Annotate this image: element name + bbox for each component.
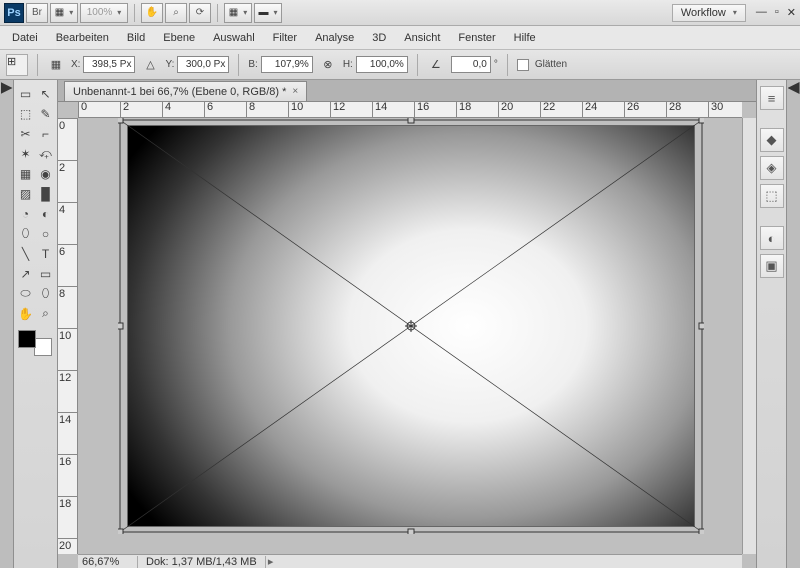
tool-eraser[interactable]: ▨ [16,184,35,203]
tool-3dcam[interactable]: ⬯ [36,284,55,303]
tool-type[interactable]: ○ [36,224,55,243]
screenmode2-dropdown[interactable]: ▬ [254,3,282,23]
tool-3d[interactable]: ⬭ [16,284,35,303]
tool-heal[interactable]: ✶ [16,144,35,163]
angle-input[interactable]: 0,0 [451,56,491,73]
dock-adjust-icon[interactable]: ◐ [760,226,784,250]
tool-zoom[interactable]: ⌕ [36,304,55,323]
right-gutter[interactable] [786,80,800,568]
tool-blur[interactable]: ◔ [16,204,35,223]
dock-mask-icon[interactable]: ▣ [760,254,784,278]
x-label: X: [71,59,80,70]
ruler-vertical[interactable]: 02468101214161820 [58,118,78,554]
foreground-color[interactable] [18,330,36,348]
maximize-button[interactable]: ▫ [775,6,779,19]
hand-tool-button[interactable]: ✋ [141,3,163,23]
reference-point-icon[interactable]: ▦ [47,56,65,74]
transform-tool-icon[interactable]: ⊞ [6,54,28,76]
tool-pen[interactable]: ⬯ [16,224,35,243]
menu-bild[interactable]: Bild [127,32,145,44]
tool-lasso[interactable]: ⬚ [16,104,35,123]
tool-history[interactable]: ◉ [36,164,55,183]
tool-marquee[interactable]: ▭ [16,84,35,103]
smooth-label: Glätten [535,59,567,70]
x-input[interactable]: 398,5 Px [83,56,135,73]
angle-icon: ∠ [427,56,445,74]
tool-shape[interactable]: T [36,244,55,263]
color-swatch[interactable] [16,328,54,358]
tool-path[interactable]: ╲ [16,244,35,263]
zoom-tool-button[interactable]: ⌕ [165,3,187,23]
options-bar: ⊞ ▦ X: 398,5 Px △ Y: 300,0 Px B: 107,9% … [0,50,800,80]
close-button[interactable]: ✕ [787,6,796,19]
menu-datei[interactable]: Datei [12,32,38,44]
background-color[interactable] [34,338,52,356]
menu-hilfe[interactable]: Hilfe [514,32,536,44]
menu-ebene[interactable]: Ebene [163,32,195,44]
menu-fenster[interactable]: Fenster [458,32,495,44]
document-tabbar: Unbenannt-1 bei 66,7% (Ebene 0, RGB/8) *… [58,80,756,102]
tool-notes[interactable]: ↗ [16,264,35,283]
workspace-dropdown[interactable]: Workflow [672,4,746,22]
tool-crop[interactable]: ✂ [16,124,35,143]
tool-eyedrop[interactable]: ▭ [36,264,55,283]
tab-close-icon[interactable]: × [292,86,298,97]
y-input[interactable]: 300,0 Px [177,56,229,73]
app-logo: Ps [4,3,24,23]
tool-wand[interactable]: ✎ [36,104,55,123]
angle-unit: ° [494,59,498,70]
menu-analyse[interactable]: Analyse [315,32,354,44]
tool-hand[interactable]: ✋ [16,304,35,323]
dock-menu-icon[interactable]: ≡ [760,86,784,110]
status-zoom[interactable]: 66,67% [78,556,138,568]
minimize-button[interactable]: — [756,6,767,19]
tool-slice[interactable]: ⌐ [36,124,55,143]
status-arrow-icon[interactable]: ▸ [266,555,276,568]
canvas-area[interactable] [78,118,742,554]
w-label: B: [248,59,257,70]
canvas[interactable] [128,126,694,526]
bridge-button[interactable]: Br [26,3,48,23]
left-gutter[interactable] [0,80,14,568]
panel-dock: ≡ ◆ ◈ ⬚ ◐ ▣ [756,80,786,568]
arrange-dropdown[interactable]: ▦ [224,3,252,23]
dock-layers-icon[interactable]: ◆ [760,128,784,152]
dock-paths-icon[interactable]: ⬚ [760,184,784,208]
menu-filter[interactable]: Filter [273,32,297,44]
rotate-view-button[interactable]: ⟳ [189,3,211,23]
menu-bearbeiten[interactable]: Bearbeiten [56,32,109,44]
link-wh-icon[interactable]: ⊗ [319,56,337,74]
smooth-checkbox[interactable] [517,59,529,71]
tool-dodge[interactable]: ◐ [36,204,55,223]
dock-channels-icon[interactable]: ◈ [760,156,784,180]
titlebar: Ps Br ▦ 100% ✋ ⌕ ⟳ ▦ ▬ Workflow — ▫ ✕ [0,0,800,26]
menubar: Datei Bearbeiten Bild Ebene Auswahl Filt… [0,26,800,50]
workspace: 024681012141618202224262830 024681012141… [58,102,756,568]
w-input[interactable]: 107,9% [261,56,313,73]
tool-gradient[interactable]: █ [36,184,55,203]
scrollbar-vertical[interactable] [742,118,756,554]
screen-mode-dropdown[interactable]: ▦ [50,3,78,23]
document-tab[interactable]: Unbenannt-1 bei 66,7% (Ebene 0, RGB/8) *… [64,81,307,101]
menu-auswahl[interactable]: Auswahl [213,32,255,44]
tool-brush[interactable]: ⤽ [36,144,55,163]
delta-icon[interactable]: △ [141,56,159,74]
zoom-dropdown[interactable]: 100% [80,3,128,23]
menu-ansicht[interactable]: Ansicht [404,32,440,44]
menu-3d[interactable]: 3D [372,32,386,44]
h-label: H: [343,59,353,70]
tab-title: Unbenannt-1 bei 66,7% (Ebene 0, RGB/8) * [73,86,286,98]
status-bar: 66,67% Dok: 1,37 MB/1,43 MB ▸ [78,554,742,568]
status-docinfo[interactable]: Dok: 1,37 MB/1,43 MB [138,556,266,568]
h-input[interactable]: 100,0% [356,56,408,73]
toolbox: ▭↖ ⬚✎ ✂⌐ ✶⤽ ▦◉ ▨█ ◔◐ ⬯○ ╲T ↗▭ ⬭⬯ ✋⌕ [14,80,58,568]
tool-move[interactable]: ↖ [36,84,55,103]
ruler-horizontal[interactable]: 024681012141618202224262830 [78,102,742,118]
y-label: Y: [165,59,174,70]
tool-stamp[interactable]: ▦ [16,164,35,183]
